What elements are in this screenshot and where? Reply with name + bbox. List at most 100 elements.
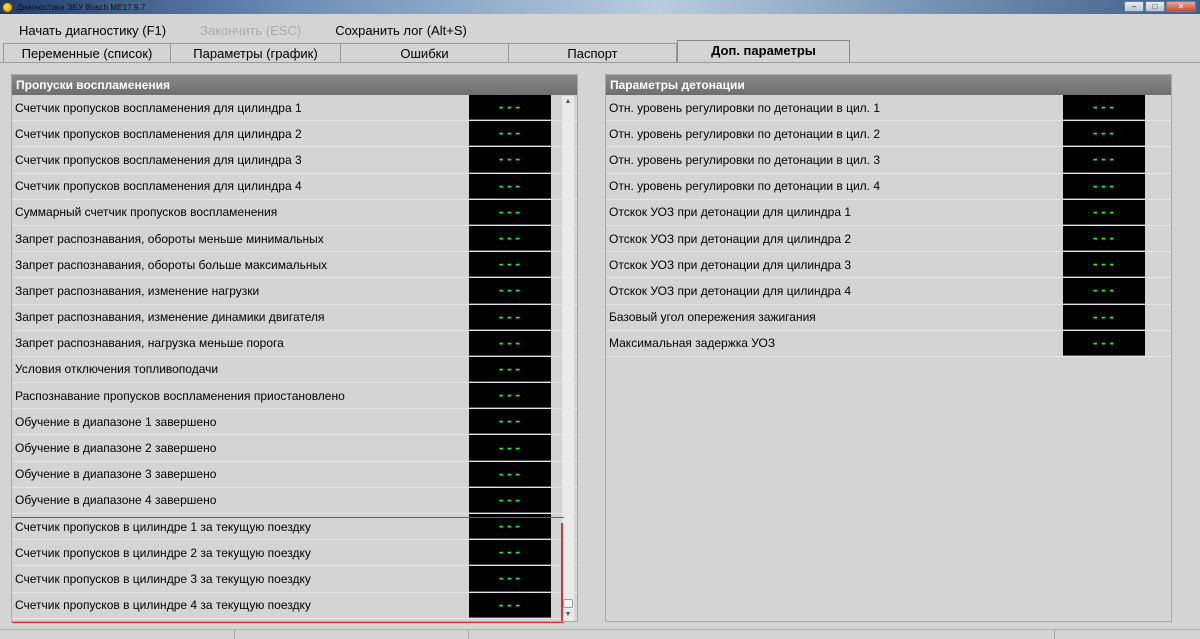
status-segment [469,630,1055,639]
title-bar: Диагностика ЭБУ Bosch ME17.9.7 – □ ✕ [0,0,1200,14]
parameter-label: Обучение в диапазоне 4 завершено [15,493,217,508]
parameter-row[interactable]: Запрет распознавания, обороты больше мак… [12,252,577,279]
parameter-value: --- [469,121,551,147]
parameter-value: --- [469,383,551,409]
parameter-value: --- [469,173,551,199]
parameter-value: --- [1063,252,1145,278]
knock-list: Отн. уровень регулировки по детонации в … [606,95,1171,357]
parameter-row[interactable]: Запрет распознавания, обороты меньше мин… [12,225,577,253]
parameter-value: --- [469,147,551,173]
scroll-thumb[interactable] [563,599,573,608]
parameter-row[interactable]: Отн. уровень регулировки по детонации в … [606,121,1171,148]
parameter-value: --- [469,566,551,592]
parameter-label: Запрет распознавания, обороты больше мак… [15,257,328,272]
parameter-row[interactable]: Счетчик пропусков воспламенения для цили… [12,173,577,200]
parameter-row[interactable]: Отскок УОЗ при детонации для цилиндра 2 -… [606,225,1171,253]
status-segment [0,630,235,639]
parameter-value: --- [469,592,551,618]
parameter-row[interactable]: Отскок УОЗ при детонации для цилиндра 1 -… [606,199,1171,226]
window-controls: – □ ✕ [1124,1,1196,12]
parameter-row[interactable]: Отн. уровень регулировки по детонации в … [606,147,1171,174]
scroll-down-icon[interactable]: ▼ [562,609,574,621]
parameter-label: Обучение в диапазоне 1 завершено [15,414,217,429]
parameter-value: --- [469,278,551,304]
parameter-row[interactable]: Обучение в диапазоне 1 завершено --- [12,409,577,436]
parameter-label: Счетчик пропусков в цилиндре 2 за текущу… [15,545,311,560]
tab-parameters-chart[interactable]: Параметры (график) [171,43,341,63]
status-segment [235,630,469,639]
parameter-row[interactable]: Счетчик пропусков в цилиндре 2 за текущу… [12,540,577,567]
parameter-value: --- [1063,278,1145,304]
tab-errors[interactable]: Ошибки [341,43,509,63]
knock-panel-title: Параметры детонации [606,75,1171,95]
status-bar [0,629,1200,639]
start-diagnostics-button[interactable]: Начать диагностику (F1) [13,23,172,38]
tab-divider [0,62,1200,63]
parameter-row[interactable]: Отн. уровень регулировки по детонации в … [606,173,1171,200]
parameter-row[interactable]: Счетчик пропусков воспламенения для цили… [12,147,577,174]
knock-panel: Параметры детонации Отн. уровень регулир… [605,74,1172,622]
parameter-label: Отскок УОЗ при детонации для цилиндра 1 [609,205,852,220]
minimize-button[interactable]: – [1124,1,1144,12]
parameter-label: Базовый угол опережения зажигания [609,310,816,325]
parameter-row[interactable]: Отскок УОЗ при детонации для цилиндра 3 -… [606,252,1171,279]
window-title: Диагностика ЭБУ Bosch ME17.9.7 [17,2,146,12]
parameter-label: Обучение в диапазоне 2 завершено [15,441,217,456]
parameter-row[interactable]: Максимальная задержка УОЗ --- [606,330,1171,357]
parameter-row[interactable]: Счетчик пропусков воспламенения для цили… [12,95,577,122]
tab-passport[interactable]: Паспорт [509,43,677,63]
parameter-label: Условия отключения топливоподачи [15,362,219,377]
parameter-label: Отн. уровень регулировки по детонации в … [609,126,881,141]
parameter-row[interactable]: Отскок УОЗ при детонации для цилиндра 4 -… [606,278,1171,305]
parameter-row[interactable]: Счетчик пропусков в цилиндре 3 за текущу… [12,566,577,593]
tab-extra-parameters[interactable]: Доп. параметры [677,40,850,63]
parameter-row[interactable]: Счетчик пропусков в цилиндре 4 за текущу… [12,592,577,619]
misfire-panel-title: Пропуски воспламенения [12,75,577,95]
parameter-row[interactable]: Счетчик пропусков в цилиндре 1 за текущу… [12,514,577,541]
tab-bar: Переменные (список) Параметры (график) О… [0,40,1200,63]
save-log-button[interactable]: Сохранить лог (Alt+S) [329,23,473,38]
parameter-value: --- [469,514,551,540]
parameter-row[interactable]: Обучение в диапазоне 3 завершено --- [12,461,577,488]
parameter-label: Отн. уровень регулировки по детонации в … [609,179,881,194]
parameter-row[interactable]: Распознавание пропусков воспламенения пр… [12,383,577,410]
parameter-label: Запрет распознавания, обороты меньше мин… [15,231,324,246]
parameter-label: Запрет распознавания, нагрузка меньше по… [15,336,284,351]
parameter-label: Отн. уровень регулировки по детонации в … [609,152,881,167]
parameter-row[interactable]: Запрет распознавания, нагрузка меньше по… [12,330,577,357]
parameter-label: Отскок УОЗ при детонации для цилиндра 4 [609,283,852,298]
parameter-value: --- [1063,95,1145,121]
app-icon [2,1,13,13]
parameter-row[interactable]: Суммарный счетчик пропусков воспламенени… [12,199,577,226]
finish-button[interactable]: Закончить (ESC) [194,23,307,38]
parameter-label: Запрет распознавания, изменение динамики… [15,310,325,325]
vertical-scrollbar[interactable]: ▲ ▼ [561,96,574,621]
parameter-row[interactable]: Обучение в диапазоне 2 завершено --- [12,435,577,462]
parameter-row[interactable]: Отн. уровень регулировки по детонации в … [606,95,1171,122]
red-annotation-side [561,523,563,621]
tab-variables-list[interactable]: Переменные (список) [3,43,171,63]
scroll-up-icon[interactable]: ▲ [562,96,574,108]
parameter-value: --- [1063,147,1145,173]
parameter-row[interactable]: Запрет распознавания, изменение динамики… [12,304,577,331]
parameter-row[interactable]: Обучение в диапазоне 4 завершено --- [12,487,577,514]
close-button[interactable]: ✕ [1166,1,1196,12]
parameter-row[interactable]: Запрет распознавания, изменение нагрузки… [12,278,577,305]
parameter-label: Счетчик пропусков воспламенения для цили… [15,179,302,194]
parameter-value: --- [469,356,551,383]
parameter-row[interactable]: Условия отключения топливоподачи --- [12,356,577,384]
misfire-list: Счетчик пропусков воспламенения для цили… [12,95,577,619]
parameter-value: --- [1063,173,1145,199]
parameter-value: --- [469,252,551,278]
misfire-panel: Пропуски воспламенения Счетчик пропусков… [11,74,578,623]
parameter-value: --- [469,540,551,566]
parameter-value: --- [469,199,551,225]
menu-bar: Начать диагностику (F1) Закончить (ESC) … [0,17,1200,43]
parameter-label: Счетчик пропусков воспламенения для цили… [15,100,302,115]
maximize-button[interactable]: □ [1145,1,1165,12]
parameter-value: --- [469,304,551,330]
parameter-label: Счетчик пропусков в цилиндре 4 за текущу… [15,598,311,613]
parameter-label: Счетчик пропусков в цилиндре 1 за текущу… [15,519,311,534]
parameter-row[interactable]: Счетчик пропусков воспламенения для цили… [12,121,577,148]
parameter-row[interactable]: Базовый угол опережения зажигания --- [606,304,1171,331]
